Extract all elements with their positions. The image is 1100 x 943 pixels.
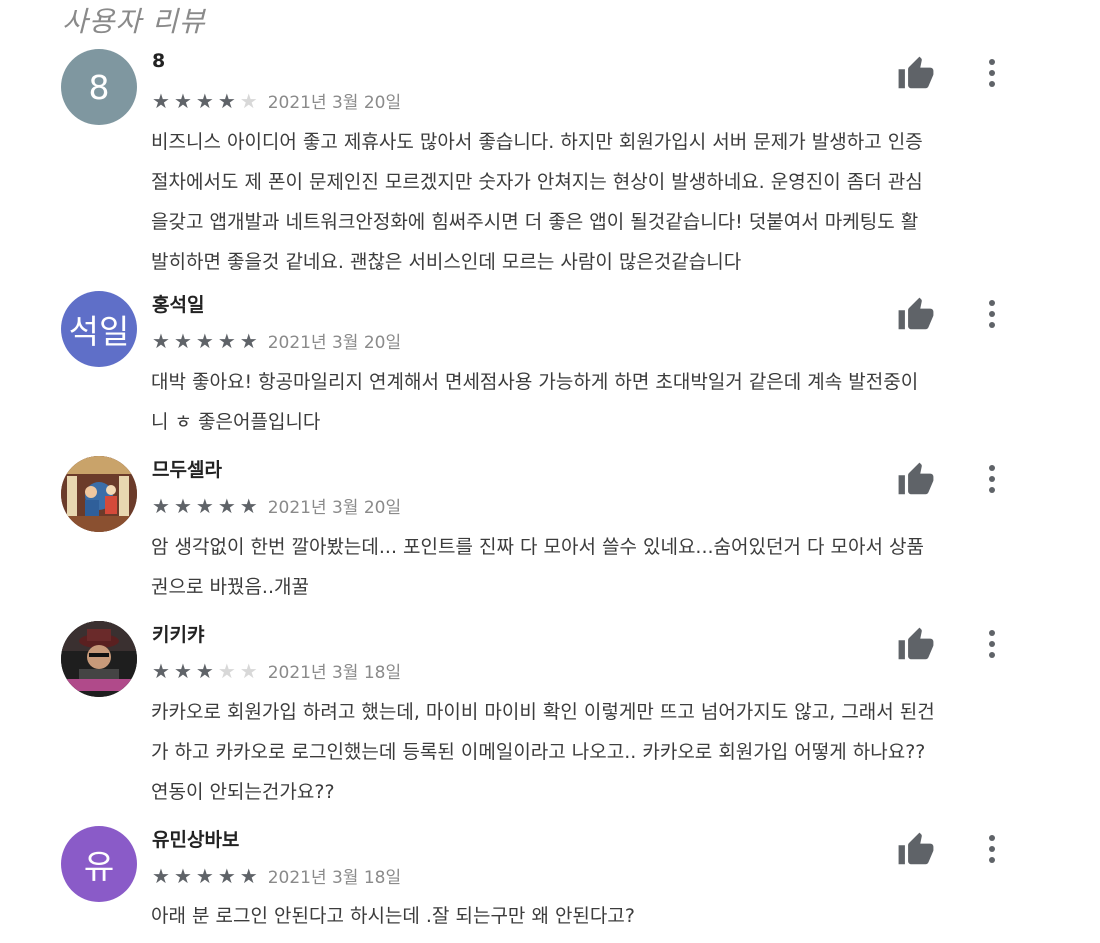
thumbs-up-icon[interactable] [897, 55, 935, 93]
avatar-initials: 유 [83, 847, 115, 886]
review-text: 대박 좋아요! 항공마일리지 연계해서 면세점사용 가능하게 하면 초대박일거 … [151, 371, 919, 433]
star-rating: ★ ★ ★ ★ ★ [152, 496, 258, 516]
reviewer-name: 8 [152, 50, 166, 72]
star-filled-icon: ★ [239, 863, 258, 888]
star-rating: ★ ★ ★ ★ ★ [152, 661, 258, 681]
star-filled-icon: ★ [239, 328, 258, 353]
review-text: 암 생각없이 한번 깔아봤는데... 포인트를 진짜 다 모아서 쓸수 있네요.… [151, 536, 924, 598]
review-meta: ★ ★ ★ ★ ★ 2021년 3월 20일 [152, 493, 402, 519]
reviewer-name: 유민상바보 [152, 829, 240, 851]
reviewer-name: 홍석일 [152, 294, 205, 316]
review-date: 2021년 3월 20일 [267, 333, 402, 353]
review-text: 아래 분 로그인 안된다고 하시는데 .잘 되는구만 왜 안된다고? [151, 905, 635, 927]
more-options-icon[interactable] [972, 829, 1012, 869]
star-empty-icon: ★ [217, 658, 236, 683]
avatar[interactable]: 유 [61, 826, 137, 902]
star-filled-icon: ★ [195, 863, 214, 888]
avatar-initials: 8 [88, 67, 110, 107]
star-rating: ★ ★ ★ ★ ★ [152, 91, 258, 111]
more-options-icon[interactable] [972, 459, 1012, 499]
review-meta: ★ ★ ★ ★ ★ 2021년 3월 20일 [152, 328, 402, 354]
review-date: 2021년 3월 18일 [267, 663, 402, 683]
avatar[interactable] [61, 456, 137, 532]
star-filled-icon: ★ [239, 493, 258, 518]
review-text: 비즈니스 아이디어 좋고 제휴사도 많아서 좋습니다. 하지만 회원가입시 서버… [151, 131, 923, 273]
avatar[interactable]: 석일 [61, 291, 137, 367]
star-filled-icon: ★ [173, 493, 192, 518]
review-date: 2021년 3월 20일 [267, 498, 402, 518]
star-rating: ★ ★ ★ ★ ★ [152, 331, 258, 351]
star-filled-icon: ★ [217, 493, 236, 518]
star-filled-icon: ★ [152, 658, 170, 683]
review-date: 2021년 3월 18일 [267, 868, 402, 888]
star-filled-icon: ★ [152, 328, 170, 353]
section-title: 사용자 리뷰 [62, 5, 206, 38]
star-filled-icon: ★ [217, 863, 236, 888]
more-options-icon[interactable] [972, 53, 1012, 93]
star-filled-icon: ★ [173, 863, 192, 888]
star-empty-icon: ★ [239, 658, 258, 683]
avatar-initials: 석일 [68, 312, 130, 351]
star-filled-icon: ★ [173, 88, 192, 113]
star-filled-icon: ★ [195, 328, 214, 353]
star-filled-icon: ★ [152, 88, 170, 113]
thumbs-up-icon[interactable] [897, 461, 935, 499]
review-meta: ★ ★ ★ ★ ★ 2021년 3월 20일 [152, 88, 402, 114]
star-filled-icon: ★ [173, 328, 192, 353]
review-date: 2021년 3월 20일 [267, 93, 402, 113]
avatar[interactable] [61, 621, 137, 697]
thumbs-up-icon[interactable] [897, 831, 935, 869]
more-options-icon[interactable] [972, 294, 1012, 334]
thumbs-up-icon[interactable] [897, 626, 935, 664]
star-rating: ★ ★ ★ ★ ★ [152, 866, 258, 886]
star-filled-icon: ★ [152, 493, 170, 518]
review-text: 카카오로 회원가입 하려고 했는데, 마이비 마이비 확인 이렇게만 뜨고 넘어… [151, 701, 935, 803]
star-filled-icon: ★ [217, 328, 236, 353]
reviewer-name: 키키캬 [152, 624, 205, 646]
star-filled-icon: ★ [152, 863, 170, 888]
more-options-icon[interactable] [972, 624, 1012, 664]
reviewer-name: 므두셀라 [152, 459, 222, 481]
thumbs-up-icon[interactable] [897, 296, 935, 334]
star-filled-icon: ★ [217, 88, 236, 113]
avatar[interactable]: 8 [61, 49, 137, 125]
star-filled-icon: ★ [173, 658, 192, 683]
star-filled-icon: ★ [195, 88, 214, 113]
star-filled-icon: ★ [195, 493, 214, 518]
review-meta: ★ ★ ★ ★ ★ 2021년 3월 18일 [152, 658, 402, 684]
review-meta: ★ ★ ★ ★ ★ 2021년 3월 18일 [152, 863, 402, 889]
star-filled-icon: ★ [195, 658, 214, 683]
star-empty-icon: ★ [239, 88, 258, 113]
